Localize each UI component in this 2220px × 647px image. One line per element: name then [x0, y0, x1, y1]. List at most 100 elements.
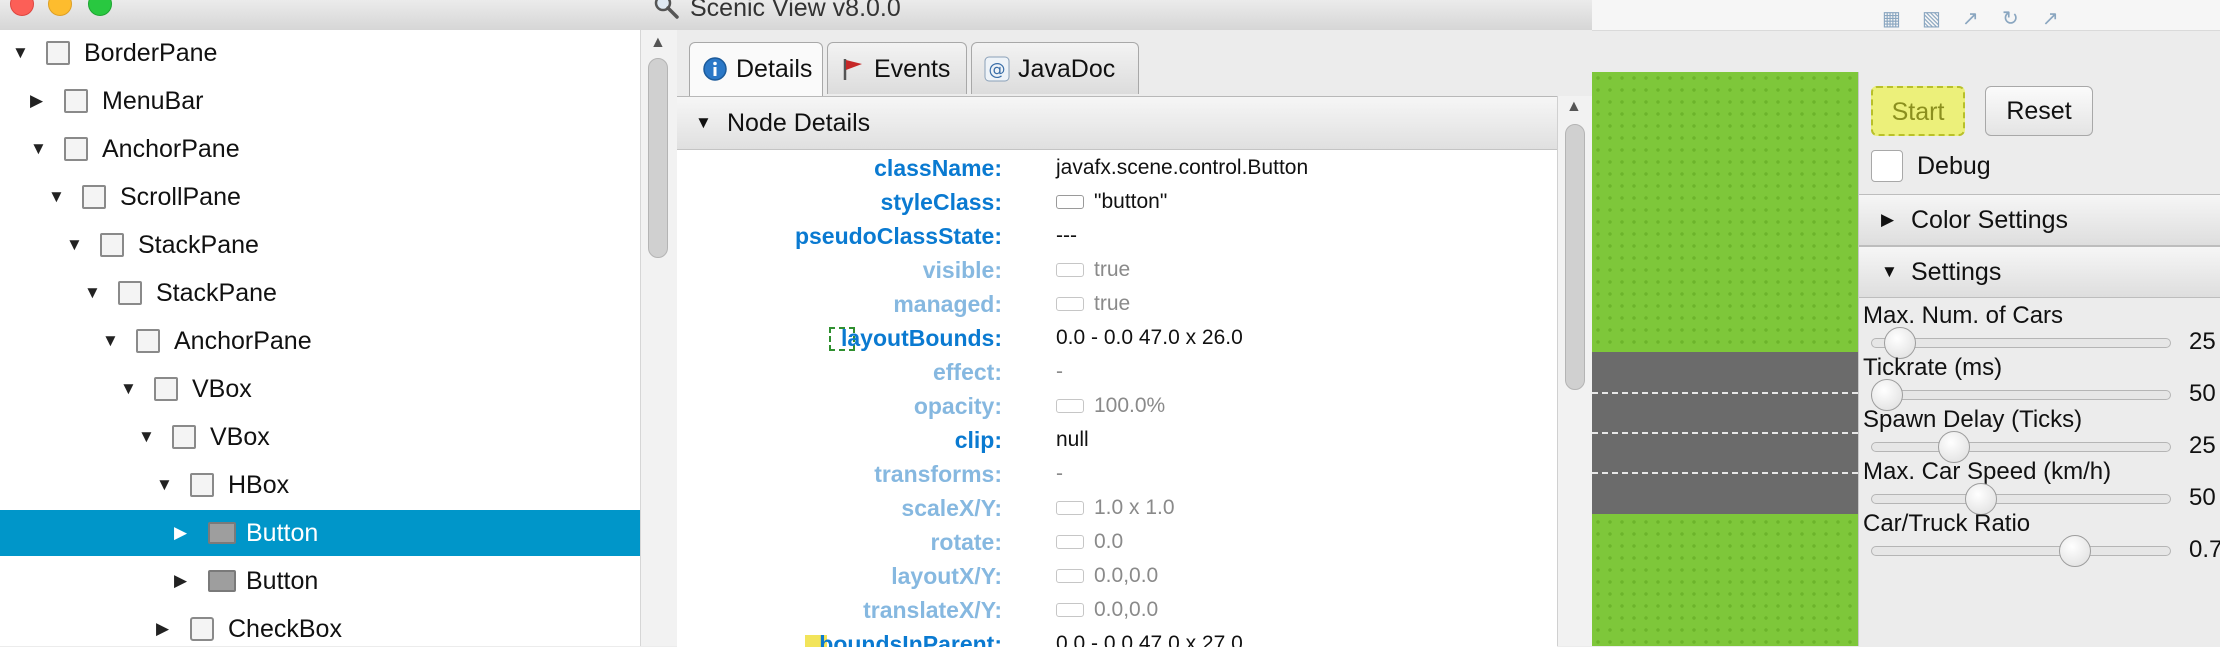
- tree-item-label: Button: [246, 519, 319, 547]
- node-details-header[interactable]: ▼ Node Details: [677, 97, 1557, 150]
- tree-item-label: MenuBar: [102, 87, 204, 115]
- expanded-arrow-icon[interactable]: ▼: [120, 366, 137, 412]
- property-name: visible:: [922, 257, 1002, 283]
- tree-item-label: HBox: [228, 471, 290, 499]
- menubar-icon: [64, 89, 88, 113]
- property-name: boundsInParent:: [819, 631, 1002, 647]
- property-name: managed:: [893, 291, 1002, 317]
- slider-track[interactable]: [1871, 442, 2171, 452]
- property-name: scaleX/Y:: [901, 495, 1002, 521]
- magnifier-icon: [654, 0, 679, 19]
- property-editor-icon[interactable]: [1056, 297, 1084, 312]
- tree-item[interactable]: ▶ Button: [0, 558, 640, 604]
- expanded-arrow-icon[interactable]: ▼: [66, 222, 83, 268]
- tree-item[interactable]: ▼ VBox: [0, 366, 640, 412]
- tree-item[interactable]: ▶ CheckBox: [0, 606, 640, 646]
- expand-arrow-icon: ▼: [695, 113, 712, 132]
- property-name: effect:: [932, 359, 1002, 385]
- property-editor-icon[interactable]: [1056, 603, 1084, 618]
- property-editor-icon[interactable]: [1056, 535, 1084, 550]
- property-row: translateX/Y: 0.0,0.0: [677, 593, 1557, 627]
- property-value: true: [1094, 292, 1131, 315]
- details-scrollbar[interactable]: ▲: [1557, 96, 1593, 646]
- expanded-arrow-icon[interactable]: ▼: [84, 270, 101, 316]
- scroll-up-arrow-icon[interactable]: ▲: [650, 34, 666, 52]
- property-row: className: javafx.scene.control.Button: [677, 151, 1557, 185]
- collapsed-arrow-icon[interactable]: ▶: [156, 606, 169, 646]
- scene-graph-tree[interactable]: ▼ BorderPane ▶ MenuBar ▼ AnchorPane ▼ ScrollPan…: [0, 30, 640, 646]
- slider-track[interactable]: [1871, 390, 2171, 400]
- slider-value: 50: [2189, 484, 2216, 511]
- reset-button[interactable]: Reset: [1985, 86, 2093, 136]
- tree-scrollbar[interactable]: ▲: [640, 30, 678, 646]
- expanded-arrow-icon[interactable]: ▼: [102, 318, 119, 364]
- expanded-arrow-icon[interactable]: ▼: [156, 462, 173, 508]
- property-editor-icon[interactable]: [1056, 263, 1084, 278]
- scrollpane-icon: [82, 185, 106, 209]
- property-value-cell: 1.0 x 1.0: [1056, 491, 1175, 525]
- tree-item[interactable]: ▼ ScrollPane: [0, 174, 640, 220]
- tree-item[interactable]: ▼ BorderPane: [0, 30, 640, 76]
- tab-details-label: Details: [736, 55, 813, 83]
- details-scrollbar-thumb[interactable]: [1565, 124, 1585, 390]
- tree-item-label: VBox: [210, 423, 270, 451]
- property-name: pseudoClassState:: [794, 223, 1002, 249]
- tree-item[interactable]: ▼ VBox: [0, 414, 640, 460]
- tree-item[interactable]: ▼ StackPane: [0, 270, 640, 316]
- property-value: 100.0%: [1094, 394, 1166, 417]
- settings-section[interactable]: ▼ Settings: [1859, 246, 2220, 298]
- slider-label: Max. Car Speed (km/h): [1863, 458, 2112, 485]
- collapsed-arrow-icon[interactable]: ▶: [30, 78, 43, 124]
- window-title: Scenic View v8.0.0: [690, 0, 901, 22]
- property-value: javafx.scene.control.Button: [1056, 156, 1309, 179]
- tab-details[interactable]: Details: [689, 42, 823, 96]
- scroll-up-arrow-icon[interactable]: ▲: [1566, 98, 1582, 116]
- tree-item[interactable]: ▼ AnchorPane: [0, 318, 640, 364]
- stackpane-icon: [100, 233, 124, 257]
- property-editor-icon[interactable]: [1056, 569, 1084, 584]
- tree-item[interactable]: ▶ MenuBar: [0, 78, 640, 124]
- lane-marking: [1592, 392, 1858, 394]
- expanded-arrow-icon[interactable]: ▼: [30, 126, 47, 172]
- color-settings-section[interactable]: ▶ Color Settings: [1859, 194, 2220, 246]
- tree-scrollbar-thumb[interactable]: [648, 58, 668, 258]
- property-editor-icon[interactable]: [1056, 195, 1084, 210]
- property-editor-icon[interactable]: [1056, 501, 1084, 516]
- debug-label: Debug: [1917, 152, 1991, 180]
- tree-item[interactable]: ▼ AnchorPane: [0, 126, 640, 172]
- tree-item[interactable]: ▼ HBox: [0, 462, 640, 508]
- slider-track[interactable]: [1871, 546, 2171, 556]
- hbox-icon: [190, 473, 214, 497]
- close-window-button[interactable]: [10, 0, 34, 16]
- tab-events[interactable]: Events: [827, 42, 967, 94]
- property-name: opacity:: [913, 393, 1002, 419]
- zoom-window-button[interactable]: [88, 0, 112, 16]
- slider-label: Max. Num. of Cars: [1863, 302, 2064, 329]
- minimize-window-button[interactable]: [48, 0, 72, 16]
- slider-thumb[interactable]: [2058, 535, 2091, 567]
- tree-item[interactable]: ▼ StackPane: [0, 222, 640, 268]
- property-value-cell: javafx.scene.control.Button: [1056, 151, 1308, 185]
- anchorpane-icon: [136, 329, 160, 353]
- debug-checkbox[interactable]: [1871, 150, 1903, 182]
- property-value: true: [1094, 258, 1131, 281]
- node-details-title: Node Details: [727, 109, 871, 137]
- property-value: null: [1056, 428, 1089, 451]
- checkbox-icon: [190, 617, 214, 641]
- collapsed-arrow-icon[interactable]: ▶: [174, 510, 187, 556]
- property-value-cell: null: [1056, 423, 1089, 457]
- slider-value: 50: [2189, 380, 2216, 407]
- tab-javadoc[interactable]: @ JavaDoc: [971, 42, 1139, 94]
- property-editor-icon[interactable]: [1056, 399, 1084, 414]
- expanded-arrow-icon[interactable]: ▼: [48, 174, 65, 220]
- expanded-arrow-icon[interactable]: ▼: [12, 30, 29, 76]
- anchorpane-icon: [64, 137, 88, 161]
- expanded-arrow-icon[interactable]: ▼: [138, 414, 155, 460]
- svg-text:@: @: [989, 60, 1006, 80]
- slider-track[interactable]: [1871, 494, 2171, 504]
- tree-item[interactable]: ▶ Button: [0, 510, 640, 556]
- property-row: styleClass: "button": [677, 185, 1557, 219]
- start-button[interactable]: Start: [1871, 86, 1965, 136]
- collapsed-arrow-icon[interactable]: ▶: [174, 558, 187, 604]
- property-name: layoutX/Y:: [891, 563, 1002, 589]
